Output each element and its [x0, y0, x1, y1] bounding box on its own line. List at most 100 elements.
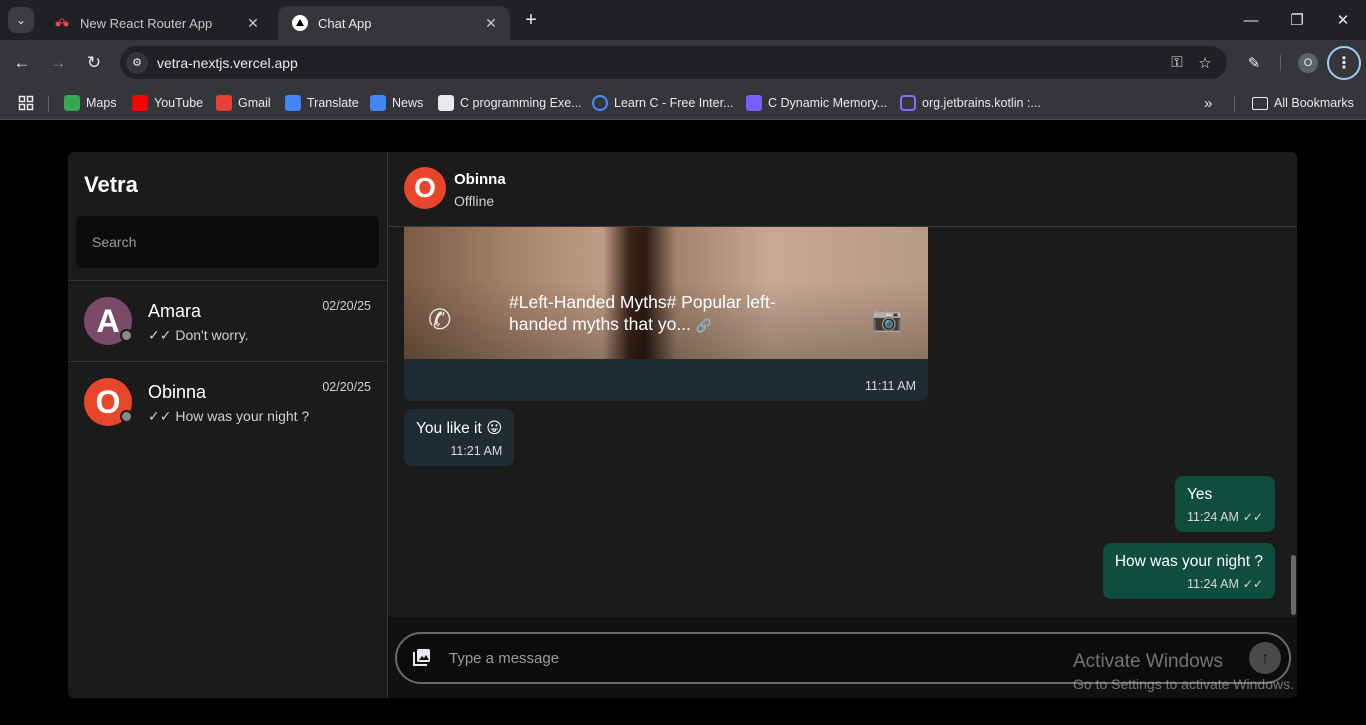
close-tab-icon[interactable]: ✕: [482, 15, 500, 32]
bookmark-maps[interactable]: Maps: [64, 92, 117, 114]
apps-grid-icon[interactable]: [18, 92, 34, 114]
message-meta: 11:24 AM ✓✓: [1187, 577, 1263, 591]
chat-contact-name: Obinna: [454, 171, 506, 188]
double-check-icon: ✓✓: [1242, 577, 1263, 591]
tab-title: Chat App: [318, 15, 372, 31]
toolbar-divider: [1280, 55, 1281, 71]
contact-name: Amara: [148, 301, 202, 321]
message-meta: 11:24 AM ✓✓: [1187, 510, 1263, 524]
tab-chat-app[interactable]: Chat App ✕: [278, 6, 510, 40]
bookmarks-bar: Maps YouTube Gmail Translate News C prog…: [0, 86, 1366, 120]
folder-icon: [1252, 96, 1268, 110]
bookmark-c-dynamic-memory[interactable]: C Dynamic Memory...: [746, 92, 887, 114]
vercel-favicon: [292, 15, 308, 31]
close-window-button[interactable]: ✕: [1320, 0, 1366, 40]
bookmark-c-programming[interactable]: C programming Exe...: [438, 92, 582, 114]
message-text: You like it 😛: [416, 420, 503, 437]
link-icon: 🔗: [695, 318, 712, 333]
message-time: 11:11 AM: [865, 379, 916, 393]
double-check-icon: ✓✓: [148, 327, 172, 343]
contact-name: Obinna: [148, 382, 207, 402]
learn-c-icon: [592, 95, 608, 111]
message-text: How was your night ?: [1114, 553, 1263, 570]
react-router-favicon: [54, 15, 70, 31]
bookmark-youtube[interactable]: YouTube: [132, 92, 203, 114]
bookmark-translate[interactable]: Translate: [285, 92, 359, 114]
address-bar[interactable]: ⚙ vetra-nextjs.vercel.app ⚿ ☆: [120, 46, 1227, 79]
kebab-menu-icon: ⋮: [1327, 46, 1361, 80]
close-tab-icon[interactable]: ✕: [244, 15, 262, 32]
bookmark-divider: [48, 96, 49, 112]
w3resource-icon: [438, 95, 454, 111]
message-scrollbar[interactable]: [1291, 555, 1296, 615]
chevron-down-icon: ⌄: [15, 13, 27, 27]
chat-contact-status: Offline: [454, 193, 495, 209]
minimize-button[interactable]: —: [1228, 0, 1274, 40]
news-icon: [370, 95, 386, 111]
message-text: Yes: [1187, 486, 1213, 503]
hexagon-icon: [900, 95, 916, 111]
bookmark-star-icon[interactable]: ☆: [1191, 54, 1219, 72]
chat-contact-avatar[interactable]: O: [404, 167, 446, 209]
password-key-icon[interactable]: ⚿: [1163, 54, 1191, 71]
watermark-title: Activate Windows: [1073, 651, 1223, 672]
contact-date: 02/20/25: [322, 299, 371, 313]
back-button[interactable]: ←: [8, 49, 36, 77]
bookmark-gmail[interactable]: Gmail: [216, 92, 271, 114]
more-bookmarks-chevron-icon[interactable]: »: [1204, 92, 1212, 114]
browser-toolbar: ← → ↻ ⚙ vetra-nextjs.vercel.app ⚿ ☆ ✎ O …: [0, 40, 1366, 86]
brand-logo: Vetra: [84, 172, 138, 197]
message-list[interactable]: ✆ #Left-Handed Myths# Popular left-hande…: [388, 227, 1297, 617]
message-bubble-incoming[interactable]: You like it 😛 11:21 AM: [404, 409, 515, 466]
last-message-preview: ✓✓ Don't worry.: [148, 327, 249, 343]
all-bookmarks-button[interactable]: All Bookmarks: [1252, 92, 1354, 114]
app-viewport: Vetra A Amara ✓✓ Don't worry. 02/20/25 O…: [0, 121, 1366, 725]
watermark-subtitle: Go to Settings to activate Windows.: [1073, 676, 1294, 692]
gmail-icon: [216, 95, 232, 111]
camera-icon: 📷: [872, 306, 902, 333]
browser-menu-button[interactable]: ⋮: [1326, 46, 1362, 80]
maps-icon: [64, 95, 80, 111]
contact-item-obinna[interactable]: O Obinna ✓✓ How was your night ? 02/20/2…: [68, 361, 387, 442]
bookmark-learn-c[interactable]: Learn C - Free Inter...: [592, 92, 734, 114]
tab-react-router[interactable]: New React Router App ✕: [40, 6, 272, 40]
double-check-icon: ✓✓: [1242, 510, 1263, 524]
sidebar: Vetra A Amara ✓✓ Don't worry. 02/20/25 O…: [68, 152, 388, 698]
arrow-left-icon: ←: [13, 53, 31, 72]
media-caption: #Left-Handed Myths# Popular left-handed …: [509, 292, 776, 334]
arrow-right-icon: →: [49, 53, 67, 72]
image-gallery-icon[interactable]: [411, 646, 433, 668]
last-message-preview: ✓✓ How was your night ?: [148, 408, 310, 424]
windows-activation-watermark: Activate Windows Go to Settings to activ…: [1073, 651, 1294, 692]
contact-date: 02/20/25: [322, 380, 371, 394]
c-dynamic-memory-icon: [746, 95, 762, 111]
bookmark-news[interactable]: News: [370, 92, 423, 114]
new-tab-button[interactable]: +: [518, 8, 544, 34]
offline-status-dot: [120, 329, 133, 342]
url-text[interactable]: vetra-nextjs.vercel.app: [157, 55, 1163, 71]
profile-button[interactable]: O: [1294, 49, 1322, 77]
chat-header: O Obinna Offline: [388, 152, 1297, 227]
forward-button[interactable]: →: [44, 49, 72, 77]
reload-icon: ↻: [86, 53, 102, 72]
phone-icon: ✆: [428, 304, 452, 335]
bookmark-divider: [1234, 96, 1235, 112]
contact-item-amara[interactable]: A Amara ✓✓ Don't worry. 02/20/25: [68, 280, 387, 361]
bookmark-jetbrains-kotlin[interactable]: org.jetbrains.kotlin :...: [900, 92, 1041, 114]
extensions-icon[interactable]: ✎: [1240, 49, 1268, 77]
double-check-icon: ✓✓: [148, 408, 172, 424]
restore-button[interactable]: ❐: [1274, 0, 1320, 40]
message-bubble-outgoing[interactable]: Yes 11:24 AM ✓✓: [1175, 476, 1275, 532]
chat-pane: O Obinna Offline ✆ #Left-Handed Myths# P…: [388, 152, 1297, 698]
message-bubble-outgoing[interactable]: How was your night ? 11:24 AM ✓✓: [1102, 543, 1275, 599]
translate-icon: [285, 95, 301, 111]
tab-title: New React Router App: [80, 15, 213, 31]
media-message[interactable]: ✆ #Left-Handed Myths# Popular left-hande…: [404, 227, 928, 401]
site-info-icon[interactable]: ⚙: [126, 51, 148, 74]
reload-button[interactable]: ↻: [80, 49, 108, 77]
tab-strip: ⌄ New React Router App ✕ Chat App ✕ + — …: [0, 0, 1366, 40]
search-input[interactable]: [76, 216, 379, 268]
profile-avatar: O: [1298, 53, 1318, 73]
tab-search-button[interactable]: ⌄: [8, 7, 34, 33]
message-time: 11:21 AM: [450, 444, 503, 458]
